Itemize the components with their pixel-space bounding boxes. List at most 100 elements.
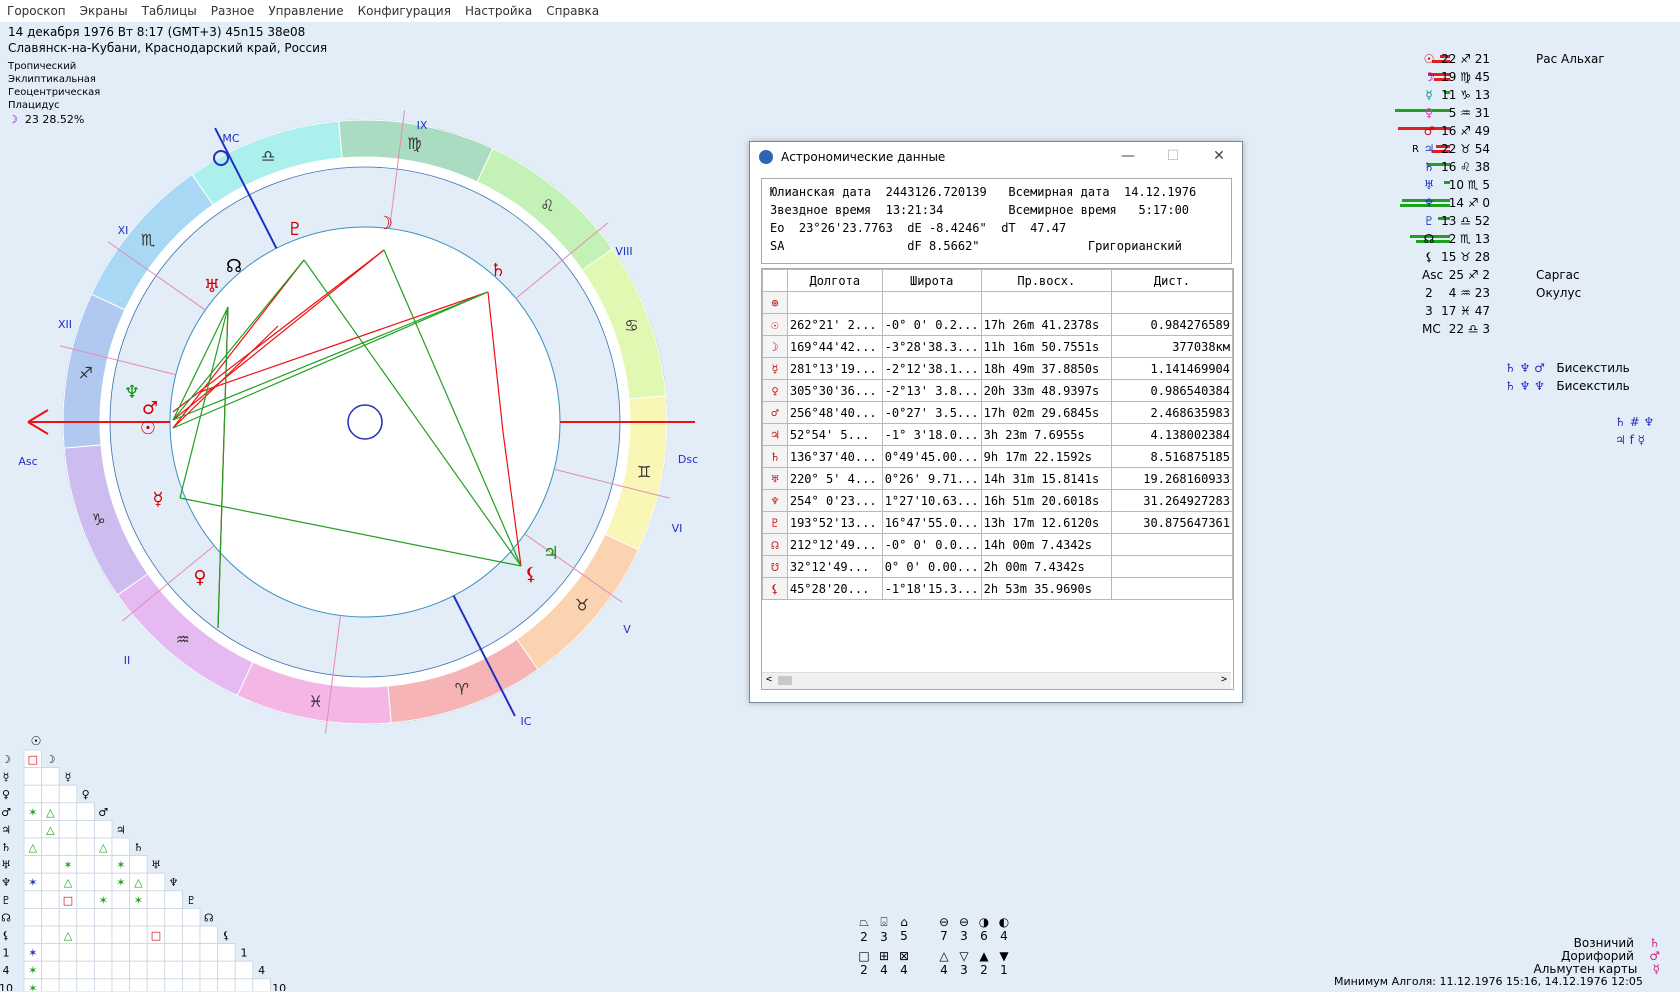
grid-cell[interactable] bbox=[41, 872, 60, 892]
planet-glyph[interactable]: ♂ bbox=[142, 398, 158, 419]
planet-glyph[interactable]: ☊ bbox=[226, 256, 242, 277]
grid-cell[interactable] bbox=[94, 978, 113, 991]
grid-cell[interactable] bbox=[76, 907, 95, 927]
grid-cell[interactable] bbox=[41, 943, 60, 962]
grid-cell[interactable] bbox=[146, 978, 166, 991]
grid-cell[interactable] bbox=[199, 925, 219, 945]
grid-cell[interactable] bbox=[181, 978, 201, 991]
grid-cell[interactable] bbox=[76, 890, 95, 909]
grid-cell[interactable] bbox=[252, 978, 271, 991]
grid-cell[interactable] bbox=[111, 978, 131, 991]
grid-cell[interactable] bbox=[111, 925, 131, 945]
table-row[interactable]: ☉ 262°21' 2... -0° 0' 0.2... 17h 26m 41.237… bbox=[762, 313, 1233, 336]
grid-cell[interactable] bbox=[58, 784, 78, 804]
grid-cell[interactable] bbox=[58, 820, 78, 839]
menu-item-6[interactable]: Настройка bbox=[458, 4, 539, 18]
table-row[interactable]: ☿ 281°13'19... -2°12'38.1... 18h 49m 37.885… bbox=[762, 357, 1233, 380]
position-row[interactable]: ♅ 10 ♏ 5 bbox=[1400, 178, 1670, 196]
grid-cell[interactable] bbox=[164, 978, 183, 991]
grid-cell[interactable] bbox=[58, 943, 78, 962]
planet-glyph[interactable]: ♄ bbox=[490, 260, 506, 281]
position-row[interactable]: MC 22 ♎ 3 bbox=[1400, 322, 1670, 340]
grid-cell[interactable] bbox=[23, 820, 43, 839]
grid-cell[interactable] bbox=[217, 960, 236, 980]
position-row[interactable]: ♇ 13 ♎ 52 bbox=[1400, 214, 1670, 232]
grid-cell[interactable] bbox=[111, 943, 131, 962]
grid-cell[interactable] bbox=[146, 943, 166, 962]
grid-cell[interactable] bbox=[23, 907, 43, 927]
position-row[interactable]: 3 17 ♓ 47 bbox=[1400, 304, 1670, 322]
col-header[interactable]: Пр.восх. bbox=[980, 269, 1112, 292]
grid-cell[interactable] bbox=[76, 960, 95, 980]
menu-item-4[interactable]: Управление bbox=[261, 4, 350, 18]
table-row[interactable]: ♄ 136°37'40... 0°49'45.00... 9h 17m 22.159… bbox=[762, 445, 1233, 468]
horizontal-scrollbar[interactable]: < > bbox=[762, 672, 1231, 689]
grid-cell[interactable] bbox=[129, 907, 148, 927]
grid-cell[interactable] bbox=[129, 943, 148, 962]
grid-cell[interactable] bbox=[146, 960, 166, 980]
menu-item-1[interactable]: Экраны bbox=[73, 4, 135, 18]
planet-glyph[interactable]: ♆ bbox=[124, 382, 140, 403]
grid-cell[interactable] bbox=[76, 855, 95, 874]
position-row[interactable]: 2 4 ♒ 23 Окулус bbox=[1400, 286, 1670, 304]
grid-cell[interactable] bbox=[94, 960, 113, 980]
grid-cell[interactable] bbox=[129, 978, 148, 991]
grid-cell[interactable] bbox=[76, 837, 95, 857]
grid-cell[interactable] bbox=[146, 872, 166, 892]
close-icon[interactable]: ✕ bbox=[1209, 148, 1229, 164]
grid-cell[interactable] bbox=[94, 872, 113, 892]
astro-data-dialog[interactable]: Астрономические данные — ☐ ✕ Юлианская д… bbox=[749, 141, 1243, 703]
position-row[interactable]: ☽ 19 ♍ 45 bbox=[1400, 70, 1670, 88]
position-row[interactable]: ♀ 5 ♒ 31 bbox=[1395, 106, 1670, 124]
grid-cell[interactable] bbox=[129, 925, 148, 945]
grid-cell[interactable] bbox=[164, 925, 183, 945]
scroll-left-icon[interactable]: < bbox=[766, 674, 772, 685]
grid-cell[interactable] bbox=[41, 890, 60, 909]
table-row[interactable]: ☽ 169°44'42... -3°28'38.3... 11h 16m 50.755… bbox=[762, 335, 1233, 358]
grid-cell[interactable] bbox=[41, 837, 60, 857]
grid-cell[interactable] bbox=[23, 890, 43, 909]
grid-cell[interactable] bbox=[199, 978, 219, 991]
table-row[interactable]: ☋ 32°12'49... 0° 0' 0.00... 2h 00m 7.4342… bbox=[762, 555, 1233, 578]
planet-glyph[interactable]: ♅ bbox=[204, 276, 220, 297]
grid-cell[interactable] bbox=[129, 855, 148, 874]
planet-glyph[interactable]: ☉ bbox=[140, 418, 156, 439]
grid-cell[interactable] bbox=[111, 890, 131, 909]
grid-cell[interactable] bbox=[23, 925, 43, 945]
grid-cell[interactable] bbox=[41, 907, 60, 927]
grid-cell[interactable] bbox=[76, 943, 95, 962]
position-row[interactable]: Asc 25 ♐ 2 Саргас bbox=[1400, 268, 1670, 286]
grid-cell[interactable] bbox=[146, 907, 166, 927]
position-row[interactable]: ☉ 22 ♐ 21 Рас Альхаг bbox=[1400, 52, 1670, 70]
planet-glyph[interactable]: ⚸ bbox=[524, 564, 537, 585]
table-row[interactable]: ⚸ 45°28'20... -1°18'15.3... 2h 53m 35.969… bbox=[762, 577, 1233, 600]
table-row[interactable]: ☊ 212°12'49... -0° 0' 0.0... 14h 00m 7.4342… bbox=[762, 533, 1233, 556]
table-row[interactable]: ♅ 220° 5' 4... 0°26' 9.71... 14h 31m 15.814… bbox=[762, 467, 1233, 490]
grid-cell[interactable] bbox=[181, 907, 201, 927]
grid-cell[interactable] bbox=[58, 837, 78, 857]
planet-glyph[interactable]: ☿ bbox=[152, 489, 163, 510]
grid-cell[interactable] bbox=[58, 978, 78, 991]
table-row[interactable]: ♂ 256°48'40... -0°27' 3.5... 17h 02m 29.684… bbox=[762, 401, 1233, 424]
grid-cell[interactable] bbox=[94, 907, 113, 927]
menu-item-0[interactable]: Гороскоп bbox=[0, 4, 73, 18]
table-row[interactable]: ♀ 305°30'36... -2°13' 3.8... 20h 33m 48.939… bbox=[762, 379, 1233, 402]
grid-cell[interactable] bbox=[94, 820, 113, 839]
position-row[interactable]: ♄ 16 ♌ 38 bbox=[1400, 160, 1670, 178]
position-row[interactable]: ☿ 11 ♑ 13 bbox=[1400, 88, 1670, 106]
grid-cell[interactable] bbox=[199, 943, 219, 962]
grid-cell[interactable] bbox=[164, 943, 183, 962]
natal-chart-wheel[interactable]: ♈♉♊♋♌♍♎♏♐♑♒♓MCAscDscICIIIIIVVIVIIIIXXIXI… bbox=[0, 22, 700, 742]
position-row[interactable]: ♆ 14 ♐ 0 bbox=[1400, 196, 1670, 214]
planet-glyph[interactable]: ♃ bbox=[543, 543, 559, 564]
grid-cell[interactable] bbox=[164, 890, 183, 909]
grid-cell[interactable] bbox=[111, 907, 131, 927]
position-row[interactable]: ⚸ 15 ♉ 28 bbox=[1400, 250, 1670, 268]
grid-cell[interactable] bbox=[76, 802, 95, 821]
grid-cell[interactable] bbox=[146, 890, 166, 909]
grid-cell[interactable] bbox=[94, 855, 113, 874]
table-row[interactable]: ⊕ bbox=[762, 291, 1233, 314]
grid-cell[interactable] bbox=[76, 872, 95, 892]
grid-cell[interactable] bbox=[41, 767, 60, 786]
grid-cell[interactable] bbox=[181, 943, 201, 962]
